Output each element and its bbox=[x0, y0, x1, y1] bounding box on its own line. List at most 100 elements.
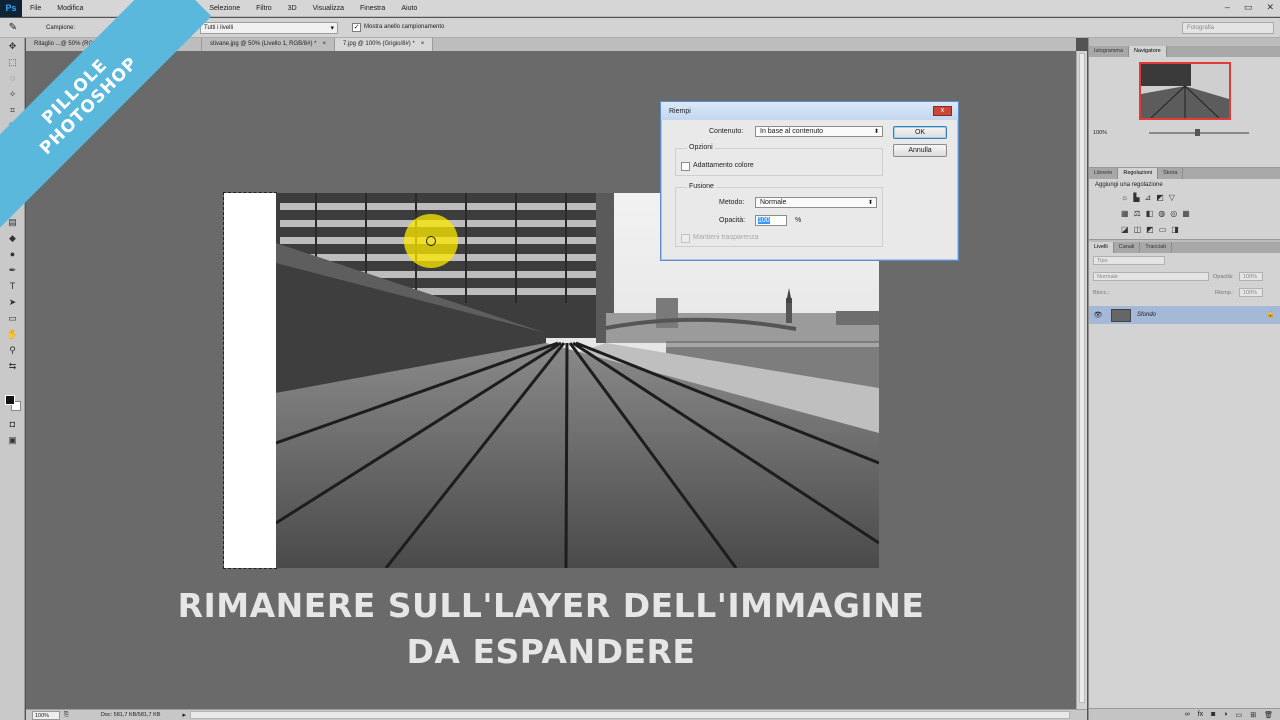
layer-filter-select[interactable]: Tipo bbox=[1093, 256, 1165, 265]
add-adjustment-label: Aggiungi una regolazione bbox=[1095, 182, 1163, 188]
menu-file[interactable]: File bbox=[22, 5, 49, 12]
slider-knob[interactable] bbox=[1195, 129, 1200, 136]
tab-layers[interactable]: Livelli bbox=[1089, 242, 1114, 253]
menu-3d[interactable]: 3D bbox=[280, 5, 305, 12]
blur-tool-icon[interactable]: ◆ bbox=[0, 230, 25, 246]
foreground-color-swatch[interactable] bbox=[5, 395, 15, 405]
screen-mode-icon[interactable]: ▣ bbox=[0, 432, 25, 448]
hand-tool-icon[interactable]: ✋ bbox=[0, 326, 25, 342]
menu-visualizza[interactable]: Visualizza bbox=[305, 5, 352, 12]
zoom-input[interactable]: 100% bbox=[32, 710, 60, 720]
lock-icon[interactable]: 🔒 bbox=[1266, 310, 1275, 318]
invert-icon[interactable]: ◪ bbox=[1121, 225, 1129, 234]
navigator-thumbnail[interactable] bbox=[1139, 62, 1231, 120]
path-select-icon[interactable]: ➤ bbox=[0, 294, 25, 310]
photo-filter-icon[interactable]: ◍ bbox=[1158, 209, 1165, 218]
vibrance-icon[interactable]: ▽ bbox=[1169, 193, 1175, 202]
preserve-transparency-checkbox[interactable] bbox=[681, 234, 690, 243]
fx-icon[interactable]: fx bbox=[1198, 711, 1203, 718]
color-adapt-checkbox[interactable] bbox=[681, 162, 690, 171]
close-tab-icon[interactable]: × bbox=[421, 38, 425, 51]
navigator-zoom[interactable]: 100% bbox=[1093, 130, 1107, 136]
navigator-zoom-slider[interactable] bbox=[1149, 129, 1249, 136]
content-select[interactable]: In base al contenuto bbox=[755, 126, 883, 137]
curves-icon[interactable]: ⊿ bbox=[1145, 193, 1152, 202]
lookup-icon[interactable]: ▦ bbox=[1182, 209, 1190, 218]
menu-finestra[interactable]: Finestra bbox=[352, 5, 393, 12]
expanded-canvas-area[interactable] bbox=[223, 192, 277, 569]
workspace-select[interactable]: Fotografia bbox=[1182, 22, 1274, 34]
export-icon[interactable]: ⎘ bbox=[64, 712, 69, 719]
menu-selezione[interactable]: Selezione bbox=[201, 5, 248, 12]
adjustments-panel: Librerie Regolazioni Storia Aggiungi una… bbox=[1089, 168, 1280, 240]
show-ring-checkbox[interactable]: ✓ bbox=[352, 23, 361, 32]
tab-navigator[interactable]: Navigatore bbox=[1129, 46, 1167, 57]
dodge-tool-icon[interactable]: ● bbox=[0, 246, 25, 262]
tab-history[interactable]: Storia bbox=[1158, 168, 1184, 179]
swap-colors-icon[interactable]: ⇆ bbox=[0, 358, 25, 374]
quick-select-tool-icon[interactable]: ✧ bbox=[0, 86, 25, 102]
move-tool-icon[interactable]: ✥ bbox=[0, 38, 25, 54]
layer-name[interactable]: Sfondo bbox=[1137, 312, 1156, 318]
close-icon[interactable]: ✕ bbox=[1266, 2, 1274, 13]
exposure-icon[interactable]: ◩ bbox=[1156, 193, 1164, 202]
tab-channels[interactable]: Canali bbox=[1114, 242, 1141, 253]
tab-adjustments[interactable]: Regolazioni bbox=[1118, 168, 1159, 179]
marquee-tool-icon[interactable]: ⬚ bbox=[0, 54, 25, 70]
zoom-tool-icon[interactable]: ⚲ bbox=[0, 342, 25, 358]
menu-filtro[interactable]: Filtro bbox=[248, 5, 280, 12]
quick-mask-icon[interactable]: ◘ bbox=[0, 416, 25, 432]
horizontal-scrollbar[interactable] bbox=[189, 711, 1070, 719]
opacity-input[interactable]: 100 bbox=[755, 215, 787, 226]
tab-libraries[interactable]: Librerie bbox=[1089, 168, 1119, 179]
menu-aiuto[interactable]: Aiuto bbox=[393, 5, 425, 12]
eyedropper-tool-icon[interactable]: ✎ bbox=[0, 18, 26, 38]
lasso-tool-icon[interactable]: ◌ bbox=[0, 70, 25, 86]
vertical-scrollbar[interactable] bbox=[1076, 51, 1087, 709]
show-ring-label: Mostra anello campionamento bbox=[364, 24, 445, 30]
new-layer-icon[interactable]: ⊞ bbox=[1250, 711, 1256, 719]
maximize-icon[interactable]: ▭ bbox=[1244, 2, 1253, 13]
mixer-icon[interactable]: ◎ bbox=[1170, 209, 1177, 218]
type-tool-icon[interactable]: T bbox=[0, 278, 25, 294]
balance-icon[interactable]: ⚖ bbox=[1134, 209, 1141, 218]
tab-paths[interactable]: Tracciati bbox=[1140, 242, 1172, 253]
trash-icon[interactable]: 🗑 bbox=[1264, 711, 1273, 719]
opacity-input[interactable]: 100% bbox=[1239, 272, 1263, 281]
selective-color-icon[interactable]: ◨ bbox=[1171, 225, 1179, 234]
levels-icon[interactable]: ▙ bbox=[1133, 193, 1139, 202]
doc-tab-7jpg[interactable]: 7.jpg @ 100% (Grigio/8#) * × bbox=[335, 38, 434, 51]
link-icon[interactable]: ∞ bbox=[1185, 711, 1190, 718]
dialog-title-bar[interactable]: Riempi bbox=[661, 102, 958, 120]
brightness-icon[interactable]: ☼ bbox=[1121, 193, 1128, 202]
threshold-icon[interactable]: ◩ bbox=[1146, 225, 1154, 234]
sample-select[interactable]: Tutti i livelli bbox=[200, 22, 338, 34]
gradient-map-icon[interactable]: ▭ bbox=[1159, 225, 1167, 234]
status-menu-arrow-icon[interactable]: ▸ bbox=[182, 711, 186, 719]
adjustment-layer-icon[interactable]: ◑ bbox=[1223, 711, 1227, 718]
bw-icon[interactable]: ◧ bbox=[1146, 209, 1154, 218]
fill-input[interactable]: 100% bbox=[1239, 288, 1263, 297]
doc-tab-label: 7.jpg @ 100% (Grigio/8#) * bbox=[343, 41, 415, 47]
pen-tool-icon[interactable]: ✒ bbox=[0, 262, 25, 278]
posterize-icon[interactable]: ◫ bbox=[1134, 225, 1142, 234]
shape-tool-icon[interactable]: ▭ bbox=[0, 310, 25, 326]
scrollbar-thumb[interactable] bbox=[1079, 53, 1085, 703]
minimize-icon[interactable]: – bbox=[1225, 2, 1230, 13]
visibility-eye-icon[interactable]: 👁 bbox=[1089, 311, 1107, 319]
dialog-close-button[interactable]: x bbox=[933, 106, 952, 116]
tutorial-caption: RIMANERE SULL'LAYER DELL'IMMAGINE DA ESP… bbox=[26, 583, 1076, 675]
layer-row-background[interactable]: 👁 Sfondo 🔒 bbox=[1089, 306, 1280, 324]
close-tab-icon[interactable]: × bbox=[322, 38, 326, 51]
caption-line-2: DA ESPANDERE bbox=[406, 632, 696, 671]
hue-icon[interactable]: ▦ bbox=[1121, 209, 1129, 218]
tab-histogram[interactable]: Istogramma bbox=[1089, 46, 1130, 57]
method-select[interactable]: Normale bbox=[755, 197, 877, 208]
doc-tab-stivane[interactable]: stivane.jpg @ 50% (Livello 1, RGB/8#) * … bbox=[202, 38, 335, 51]
menu-modifica[interactable]: Modifica bbox=[49, 5, 91, 12]
group-icon[interactable]: ▭ bbox=[1236, 711, 1243, 719]
ok-button[interactable]: OK bbox=[893, 126, 947, 139]
cancel-button[interactable]: Annulla bbox=[893, 144, 947, 157]
blend-mode-select[interactable]: Normale bbox=[1093, 272, 1209, 281]
mask-icon[interactable]: ◙ bbox=[1211, 711, 1215, 718]
